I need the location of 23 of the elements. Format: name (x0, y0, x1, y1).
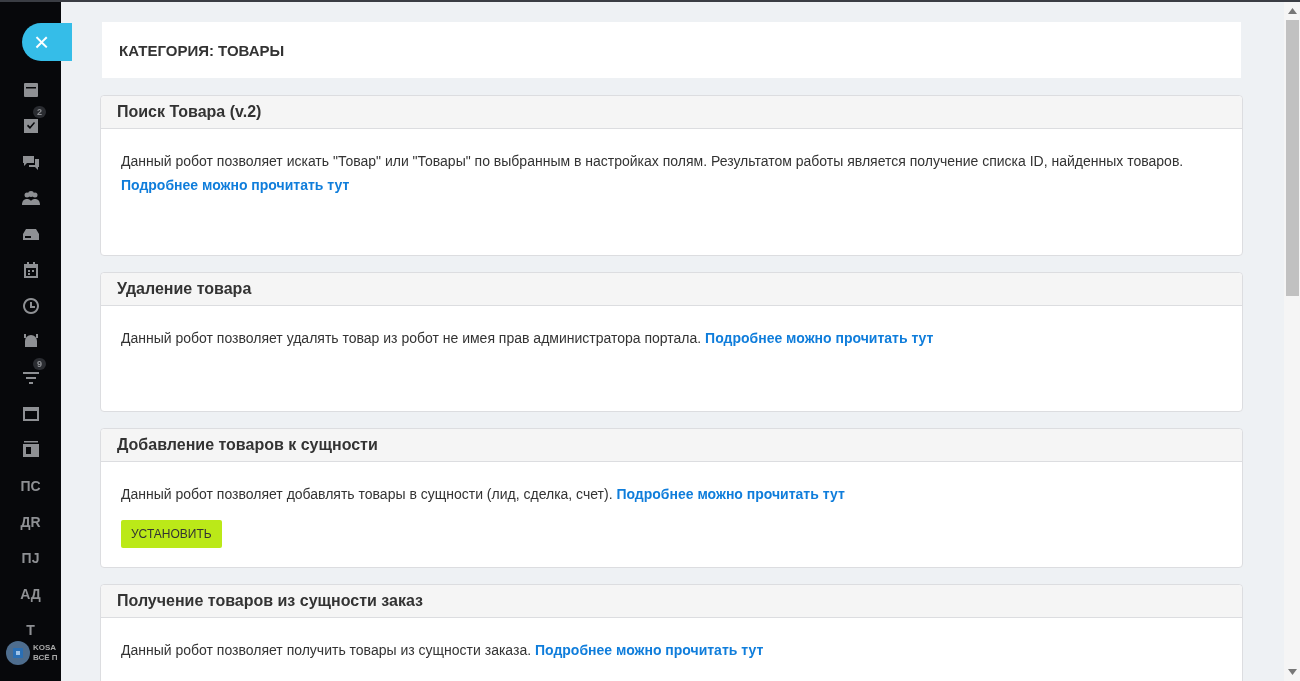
sidebar-item[interactable]: АД (20, 586, 41, 602)
install-button[interactable]: УСТАНОВИТЬ (121, 520, 222, 548)
sidebar-item[interactable]: ДR (20, 514, 41, 530)
read-more-link[interactable]: Подробнее можно прочитать тут (705, 330, 934, 346)
read-more-link[interactable]: Подробнее можно прочитать тут (616, 486, 845, 502)
counter-badge: 9 (33, 358, 46, 370)
card-title: Поиск Товара (v.2) (117, 103, 262, 121)
logo-tagline: ВСЁ П (33, 653, 58, 663)
card-title: Удаление товара (117, 280, 252, 298)
counter-badge: 2 (33, 106, 46, 118)
description: Данный робот позволяет получить товары из сущности заказа. Подробнее можно прочитать тут (121, 641, 765, 660)
page-title: КАТЕГОРИЯ: ТОВАРЫ (119, 41, 285, 59)
sidebar-item[interactable]: Т (26, 622, 35, 638)
description: Данный робот позволяет добавлять товары в сущности (лид, сделка, счет). Подробнее можно прочитать тут (121, 485, 846, 504)
card-title: Получение товаров из сущности заказ (117, 592, 423, 610)
sidebar-item[interactable]: ПЈ (21, 550, 40, 566)
description: Данный робот позволяет удалять товар из робот не имея прав администратора портала. Подробнее можно прочитать тут (121, 329, 935, 348)
read-more-link[interactable]: Подробнее можно прочитать тут (534, 642, 764, 658)
description: Данный робот позволяет искать "Товар" или "Товары" по выбранным в настройках полям. Результатом работы является получение списка ID, найденных товаров. Подробнее можно прочитать тут (121, 152, 1185, 195)
logo-text: KOSA (33, 643, 58, 653)
card-title: Добавление товаров к сущности (117, 436, 378, 454)
sidebar-item[interactable]: ПС (20, 478, 41, 494)
read-more-link[interactable]: Подробнее можно прочитать тут (121, 177, 350, 193)
